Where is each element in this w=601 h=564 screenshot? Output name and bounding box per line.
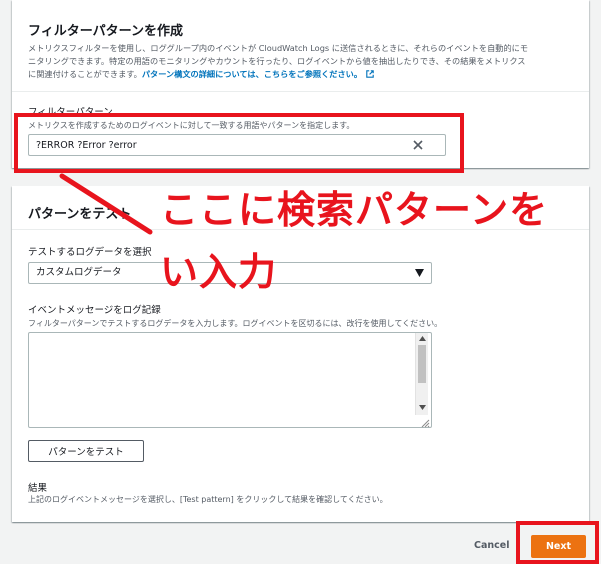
results-hint: 上記のログイベントメッセージを選択し、[Test pattern] をクリックし…: [28, 495, 388, 504]
results-label: 結果: [28, 483, 48, 494]
scroll-down-icon[interactable]: [419, 405, 426, 410]
annotation-text-line-1: ここに検索パターンを: [160, 188, 549, 232]
filter-pattern-description: メトリクスフィルターを使用し、ロググループ内のイベントが CloudWatch …: [28, 42, 578, 81]
annotation-highlight-input: [14, 113, 464, 173]
log-data-selected-value: カスタムログデータ: [36, 267, 122, 278]
external-link-icon[interactable]: [366, 70, 374, 78]
test-pattern-button[interactable]: パターンをテスト: [28, 440, 144, 462]
scrollbar-thumb[interactable]: [418, 345, 426, 383]
test-pattern-panel: パターンをテスト テストするログデータを選択 カスタムログデータ イベントメッセ…: [12, 186, 589, 522]
description-line-3: に関連付けることができます。パターン構文の詳細については、こちらをご参照ください…: [28, 68, 578, 81]
caret-down-icon[interactable]: [415, 269, 424, 277]
textarea-scrollbar[interactable]: [415, 333, 428, 415]
test-pattern-title: パターンをテスト: [28, 207, 132, 222]
event-message-label: イベントメッセージをログ記録: [28, 305, 161, 316]
event-message-textarea[interactable]: [28, 332, 432, 428]
event-message-hint: フィルターパターンでテストするログデータを入力します。ログイベントを区切るには、…: [28, 319, 443, 328]
cancel-button[interactable]: Cancel: [474, 540, 509, 551]
filter-pattern-title: フィルターパターンを作成: [28, 24, 183, 39]
scroll-up-icon[interactable]: [419, 336, 426, 341]
description-line-1: メトリクスフィルターを使用し、ロググループ内のイベントが CloudWatch …: [28, 43, 529, 53]
log-data-label: テストするログデータを選択: [28, 247, 152, 258]
annotation-highlight-next: [516, 521, 599, 564]
description-text: に関連付けることができます。: [28, 69, 142, 79]
filter-pattern-panel-header: フィルターパターンを作成 メトリクスフィルターを使用し、ロググループ内のイベント…: [12, 0, 589, 92]
syntax-link[interactable]: パターン構文の詳細については、こちらをご参照ください。: [142, 69, 362, 79]
annotation-text-line-2: い入力: [160, 250, 278, 294]
resize-handle-icon[interactable]: [421, 419, 430, 428]
description-line-2: ニタリングできます。特定の用語のモニタリングやカウントを行ったり、ログイベントか…: [28, 56, 526, 66]
